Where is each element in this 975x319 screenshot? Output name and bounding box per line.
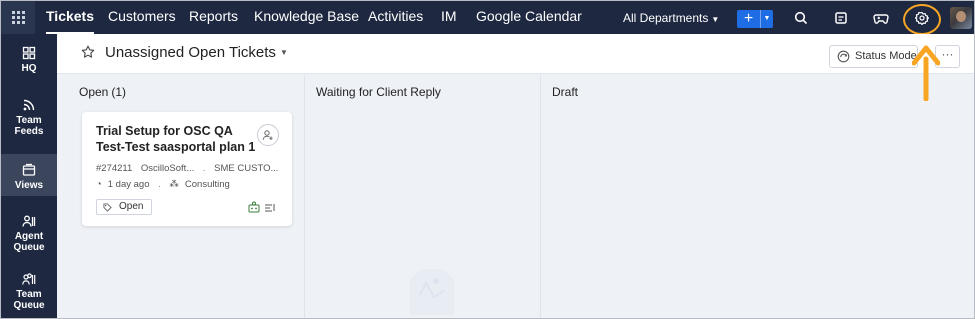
add-button[interactable]: + ▼ [737, 10, 773, 28]
user-avatar[interactable] [950, 7, 972, 29]
sidebar-item-label: Agent Queue [13, 231, 45, 253]
agent-queue-icon [22, 215, 36, 227]
status-mode-button[interactable]: Status Mode [829, 45, 918, 68]
sidebar-item-label: Team Queue [13, 289, 45, 311]
view-header: Unassigned Open Tickets ▼ Status Mode ··· [57, 34, 974, 74]
tab-im[interactable]: IM [441, 1, 457, 34]
chevron-down-icon: ▼ [279, 48, 288, 57]
tab-google-calendar[interactable]: Google Calendar [476, 1, 582, 34]
gamepad-icon[interactable] [873, 10, 889, 26]
status-label: Open [119, 201, 144, 212]
left-sidebar: HQ Team Feeds Views Agent Queue Team Que… [1, 34, 57, 318]
star-icon[interactable] [81, 45, 95, 59]
assign-user-icon [262, 130, 273, 140]
sidebar-item-hq[interactable]: HQ [1, 46, 57, 74]
assign-agent-button[interactable] [257, 124, 279, 146]
feed-icon [23, 99, 35, 111]
team-queue-icon [22, 273, 36, 285]
card-icon-group [248, 200, 278, 218]
chevron-down-icon: ▼ [711, 15, 720, 24]
sidebar-item-team-feeds[interactable]: Team Feeds [1, 98, 57, 137]
ticket-card[interactable]: Trial Setup for OSC QA Test-Test saaspor… [82, 112, 292, 226]
sidebar-item-label: HQ [21, 63, 37, 74]
notes-icon[interactable] [833, 10, 849, 26]
meta-separator: . [202, 163, 206, 174]
clock-icon: ◔ [96, 179, 102, 190]
view-selector[interactable]: Unassigned Open Tickets ▼ [105, 44, 288, 61]
tab-tickets[interactable]: Tickets [46, 1, 94, 34]
sidebar-item-label: Team Feeds [14, 115, 44, 137]
ticket-account[interactable]: OscilloSoft... [141, 163, 194, 174]
status-mode-icon [837, 50, 850, 63]
plus-icon: + [743, 10, 754, 27]
ticket-meta-row: #274211 OscilloSoft... . SME CUSTO... [96, 163, 284, 174]
sidebar-item-label: Views [14, 180, 44, 191]
chevron-down-icon[interactable]: ▼ [761, 10, 773, 28]
search-icon[interactable] [793, 10, 809, 26]
empty-state-illustration-icon [410, 269, 454, 315]
views-icon [22, 163, 36, 176]
sidebar-item-views[interactable]: Views [1, 154, 57, 196]
meta-separator: . [158, 179, 161, 190]
column-title: Draft [552, 85, 579, 99]
tab-customers[interactable]: Customers [108, 1, 176, 34]
ticket-contact[interactable]: SME CUSTO... [214, 163, 278, 174]
top-nav-bar: Tickets Customers Reports Knowledge Base… [1, 1, 974, 34]
tab-knowledge-base[interactable]: Knowledge Base [254, 1, 359, 34]
sidebar-item-team-queue[interactable]: Team Queue [1, 272, 57, 311]
department-selector[interactable]: All Departments ▼ [623, 1, 719, 34]
board-column-waiting: Waiting for Client Reply [306, 75, 541, 318]
status-badge[interactable]: Open [96, 199, 153, 215]
ticket-id[interactable]: #274211 [96, 163, 132, 174]
annotation-arrow-up-icon [912, 45, 940, 101]
app-launcher-button[interactable] [1, 1, 35, 34]
board-column-open: Open (1) Trial Setup for OSC QA Test-Test… [57, 75, 305, 318]
ticket-age: 1 day ago [107, 179, 150, 190]
tab-activities[interactable]: Activities [368, 1, 423, 34]
column-title: Waiting for Client Reply [316, 85, 441, 99]
department-label: All Departments [623, 11, 709, 25]
channel-web-icon [248, 201, 260, 213]
page-title: Unassigned Open Tickets [105, 44, 276, 61]
tag-icon [103, 203, 112, 212]
column-title: Open (1) [79, 85, 126, 99]
settings-highlight-ring [903, 4, 941, 35]
ticket-classification: Consulting [184, 179, 230, 190]
priority-icon [265, 204, 275, 212]
app-window: Tickets Customers Reports Knowledge Base… [0, 0, 975, 319]
app-grid-icon [11, 11, 25, 24]
ticket-meta-row-2: ◔ 1 day ago . ⁂ Consulting [96, 179, 236, 190]
tab-reports[interactable]: Reports [189, 1, 238, 34]
column-title-label: Open [79, 85, 109, 99]
board-column-draft: Draft [542, 75, 974, 318]
grid-icon [22, 46, 36, 60]
ticket-subject[interactable]: Trial Setup for OSC QA Test-Test saaspor… [96, 123, 256, 155]
status-mode-label: Status Mode [855, 50, 917, 62]
sidebar-item-agent-queue[interactable]: Agent Queue [1, 214, 57, 253]
classification-icon: ⁂ [169, 179, 179, 190]
column-count: (1) [111, 85, 127, 99]
